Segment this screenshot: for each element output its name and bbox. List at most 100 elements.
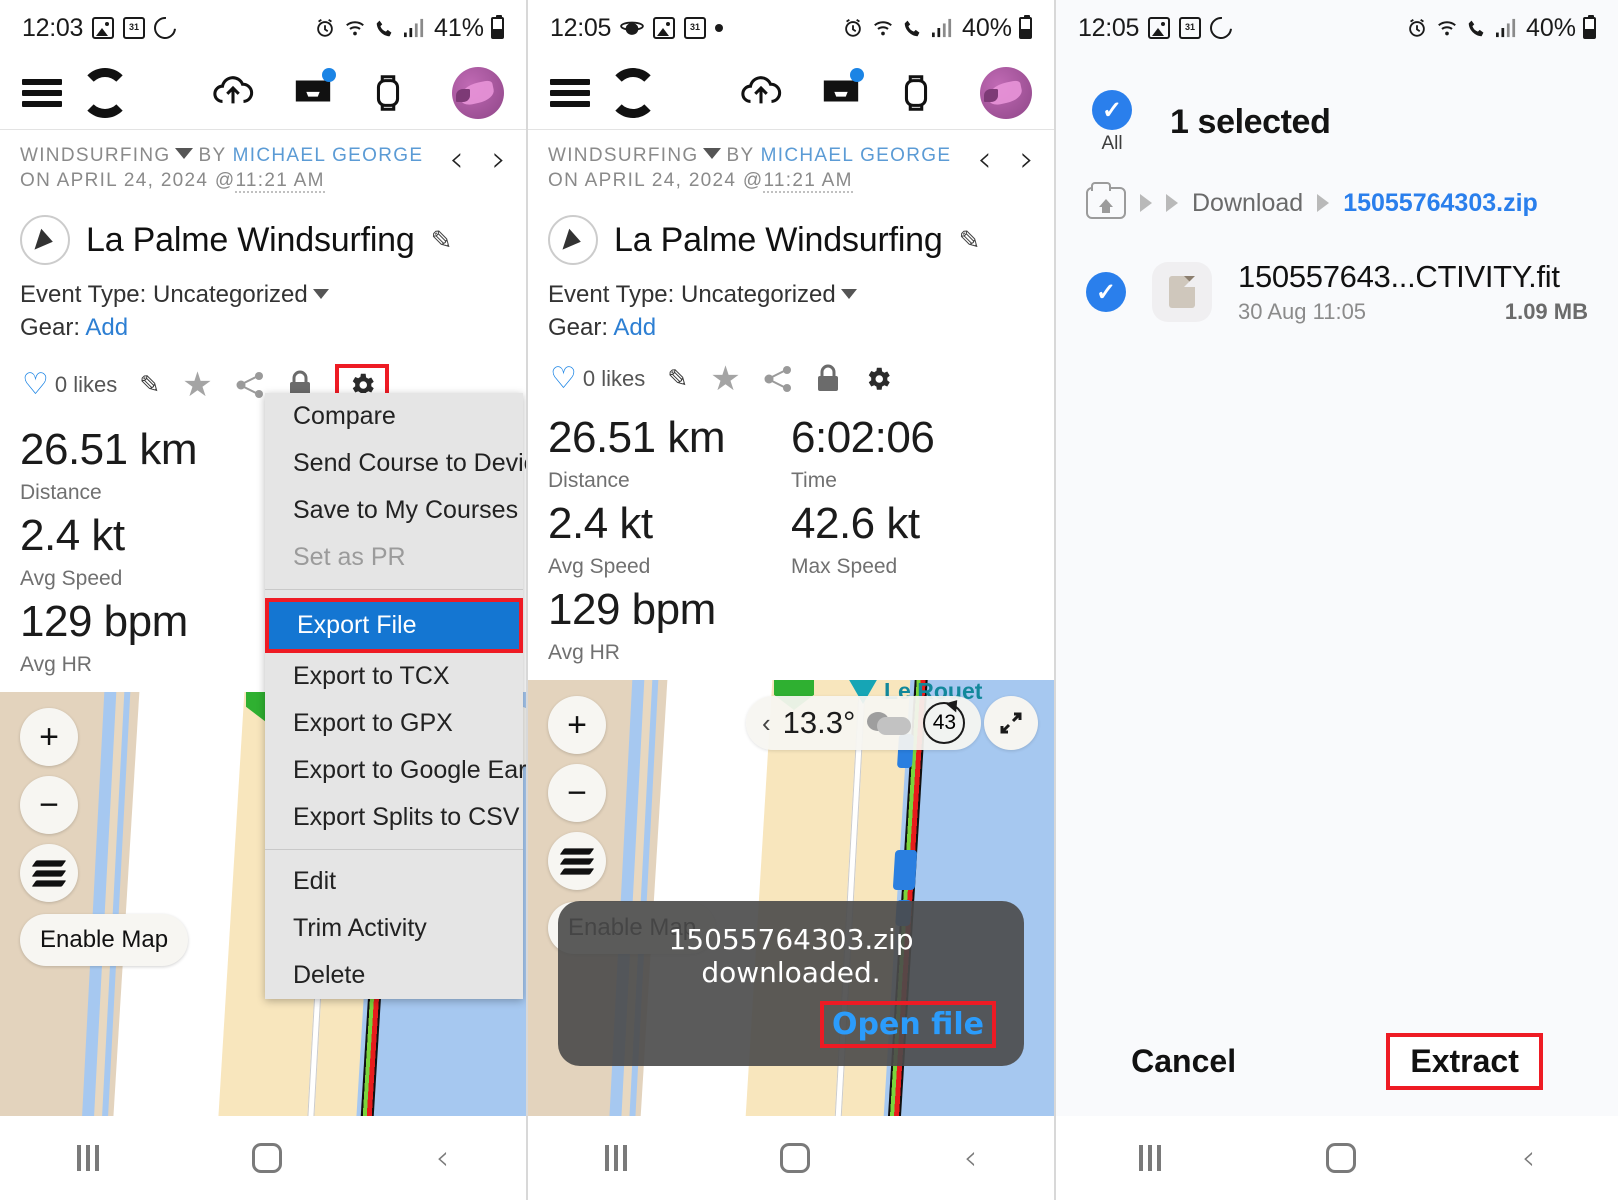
activity-time[interactable]: 11:21 AM <box>763 170 853 193</box>
prev-activity-icon[interactable]: ‹ <box>449 142 463 178</box>
next-activity-icon[interactable]: › <box>1020 142 1034 178</box>
star-icon[interactable]: ★ <box>710 362 740 396</box>
edit-pencil-icon[interactable]: ✎ <box>667 364 688 394</box>
hamburger-icon[interactable] <box>22 78 62 107</box>
edit-title-pencil-icon[interactable]: ✎ <box>431 225 453 256</box>
weather-prev-chevron-icon[interactable]: ‹ <box>762 708 771 739</box>
gear-add-link[interactable]: Add <box>85 314 128 341</box>
share-icon[interactable] <box>235 370 265 400</box>
chevron-down-icon[interactable] <box>175 148 194 159</box>
menu-item-delete[interactable]: Delete <box>265 952 523 999</box>
breadcrumb-zip-active[interactable]: 15055764303.zip <box>1343 189 1538 218</box>
back-button[interactable]: ‹ <box>1522 1141 1536 1175</box>
home-folder-icon[interactable] <box>1086 182 1126 219</box>
menu-item-export-file[interactable]: Export File <box>269 602 519 649</box>
weather-widget[interactable]: ‹ 13.3° 43 <box>746 696 982 750</box>
battery-percent: 41% <box>433 13 484 42</box>
c-logo[interactable] <box>80 67 130 118</box>
watch-icon[interactable] <box>900 72 942 114</box>
home-button[interactable] <box>780 1143 811 1173</box>
c-logo[interactable] <box>608 67 658 118</box>
inbox-icon[interactable] <box>820 67 864 114</box>
cancel-button[interactable]: Cancel <box>1131 1043 1236 1080</box>
menu-item-export-gpx[interactable]: Export to GPX <box>265 700 523 747</box>
avatar[interactable] <box>452 66 504 119</box>
chevron-down-icon[interactable] <box>312 289 329 299</box>
map-layers-button[interactable] <box>548 832 606 890</box>
map-zoom-out-button[interactable]: − <box>548 764 606 822</box>
stat-item: 26.51 km Distance <box>548 410 791 496</box>
gear-row: Gear: Add <box>0 309 526 342</box>
sport-label[interactable]: WINDSURFING <box>548 145 698 166</box>
menu-item-send-course[interactable]: Send Course to Device <box>265 440 526 487</box>
event-type-value[interactable]: Uncategorized <box>153 281 308 308</box>
menu-item-export-tcx[interactable]: Export to TCX <box>265 653 523 700</box>
battery-icon <box>1583 15 1596 39</box>
map-zoom-in-button[interactable]: + <box>548 696 606 754</box>
select-all-checkbox[interactable]: ✓ <box>1092 90 1132 130</box>
call-icon <box>1468 20 1484 37</box>
menu-item-compare[interactable]: Compare <box>265 393 523 440</box>
stat-label: Max Speed <box>791 555 898 578</box>
author-link[interactable]: MICHAEL GEORGE <box>233 145 424 166</box>
cloud-upload-icon[interactable] <box>212 72 254 114</box>
wifi-icon <box>874 21 892 36</box>
recents-button[interactable] <box>1138 1145 1161 1171</box>
hamburger-icon[interactable] <box>550 78 590 107</box>
map-layers-button[interactable] <box>20 844 78 902</box>
watch-icon[interactable] <box>372 72 414 114</box>
activity-time[interactable]: 11:21 AM <box>235 170 325 193</box>
file-date: 30 Aug 11:05 <box>1238 299 1367 324</box>
open-file-button[interactable]: Open file <box>820 1001 996 1048</box>
back-button[interactable]: ‹ <box>964 1141 978 1175</box>
gear-add-link[interactable]: Add <box>613 314 656 341</box>
menu-item-trim-activity[interactable]: Trim Activity <box>265 905 523 952</box>
extract-button[interactable]: Extract <box>1386 1033 1543 1090</box>
lock-icon[interactable] <box>815 364 841 394</box>
breadcrumb-download[interactable]: Download <box>1192 189 1303 218</box>
activity-map[interactable]: Le Rouet ‹ 13.3° 43 + − Enable Map 15055… <box>528 680 1054 1150</box>
edit-pencil-icon[interactable]: ✎ <box>139 370 160 400</box>
event-type-row: Event Type: Uncategorized <box>0 265 526 309</box>
inbox-icon[interactable] <box>292 67 336 114</box>
event-type-label: Event Type: <box>548 281 675 308</box>
share-icon[interactable] <box>763 364 793 394</box>
back-button[interactable]: ‹ <box>436 1141 450 1175</box>
stat-item: 2.4 kt Avg Speed <box>20 508 263 594</box>
edit-title-pencil-icon[interactable]: ✎ <box>959 225 981 256</box>
menu-item-export-splits-csv[interactable]: Export Splits to CSV <box>265 794 523 841</box>
prev-activity-icon[interactable]: ‹ <box>977 142 991 178</box>
map-zoom-out-button[interactable]: − <box>20 776 78 834</box>
event-type-value[interactable]: Uncategorized <box>681 281 836 308</box>
stat-item: 129 bpm Avg HR <box>548 582 791 668</box>
recents-button[interactable] <box>76 1145 99 1171</box>
menu-item-export-google-earth[interactable]: Export to Google Earth <box>265 747 526 794</box>
recents-button[interactable] <box>604 1145 627 1171</box>
stat-value: 129 bpm <box>20 597 188 646</box>
like-button[interactable]: ♡ 0 likes <box>550 364 645 394</box>
activity-context-menu[interactable]: Compare Send Course to Device Save to My… <box>265 393 526 999</box>
stat-item: 26.51 km Distance <box>20 422 263 508</box>
menu-item-edit[interactable]: Edit <box>265 858 523 905</box>
author-link[interactable]: MICHAEL GEORGE <box>761 145 952 166</box>
list-item[interactable]: ✓ 150557643...CTIVITY.fit 30 Aug 11:05 1… <box>1056 219 1618 325</box>
file-checkbox[interactable]: ✓ <box>1086 272 1126 312</box>
map-zoom-in-button[interactable]: + <box>20 708 78 766</box>
star-icon[interactable]: ★ <box>182 368 212 402</box>
stats-column-left: 26.51 km Distance 2.4 kt Avg Speed 129 b… <box>20 422 263 680</box>
avatar[interactable] <box>980 66 1032 119</box>
chevron-down-icon[interactable] <box>840 289 857 299</box>
cloud-upload-icon[interactable] <box>740 72 782 114</box>
chevron-down-icon[interactable] <box>703 148 722 159</box>
enable-map-button[interactable]: Enable Map <box>20 914 189 966</box>
home-button[interactable] <box>1326 1143 1357 1173</box>
next-activity-icon[interactable]: › <box>492 142 506 178</box>
sport-label[interactable]: WINDSURFING <box>20 145 170 166</box>
saturn-icon <box>620 21 644 35</box>
menu-item-save-courses[interactable]: Save to My Courses <box>265 487 523 534</box>
map-fullscreen-button[interactable] <box>984 696 1038 750</box>
calendar-icon: 31 <box>123 17 146 39</box>
like-button[interactable]: ♡ 0 likes <box>22 370 117 400</box>
settings-gear-icon[interactable] <box>863 364 893 394</box>
home-button[interactable] <box>252 1143 283 1173</box>
